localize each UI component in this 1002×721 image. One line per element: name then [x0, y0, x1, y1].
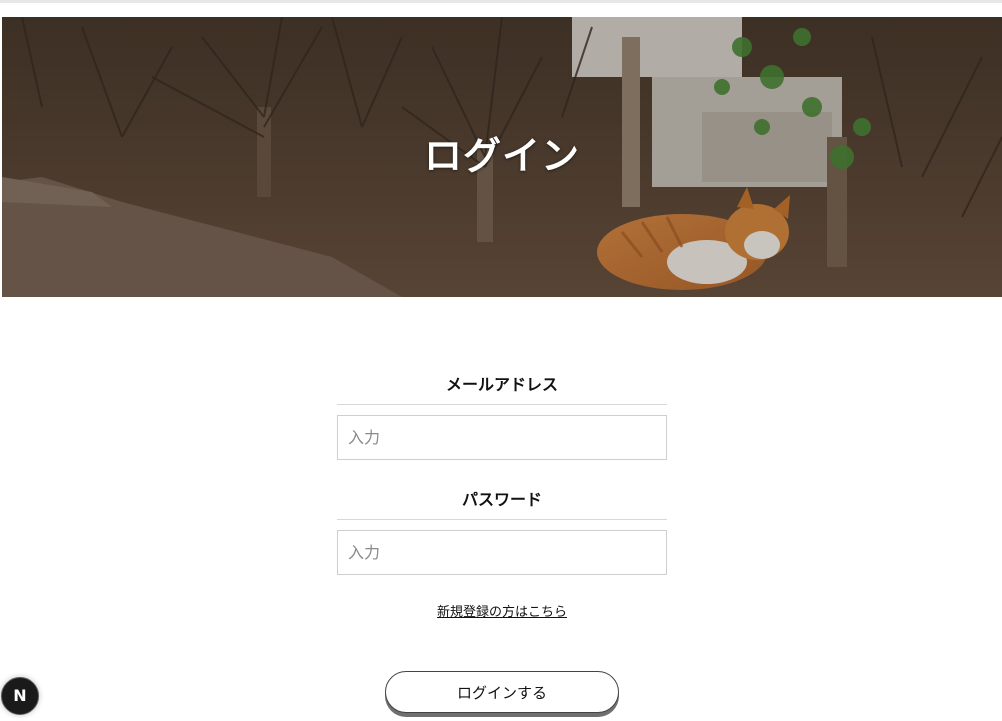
login-button[interactable]: ログインする: [385, 671, 619, 713]
email-field-group: メールアドレス: [337, 372, 667, 460]
page-title: ログイン: [423, 134, 580, 178]
email-label: メールアドレス: [337, 372, 667, 405]
nextjs-letter: N: [13, 686, 27, 705]
nextjs-icon[interactable]: N: [1, 677, 39, 715]
password-label: パスワード: [337, 487, 667, 520]
password-field-group: パスワード: [337, 487, 667, 575]
top-divider: [0, 0, 1002, 3]
email-input[interactable]: [337, 415, 667, 460]
register-link[interactable]: 新規登録の方はこちら: [337, 601, 667, 620]
login-page: ログイン メールアドレス パスワード 新規登録の方はこちら ログインする N: [0, 0, 1002, 721]
hero-banner: ログイン: [2, 17, 1002, 297]
password-input[interactable]: [337, 530, 667, 575]
